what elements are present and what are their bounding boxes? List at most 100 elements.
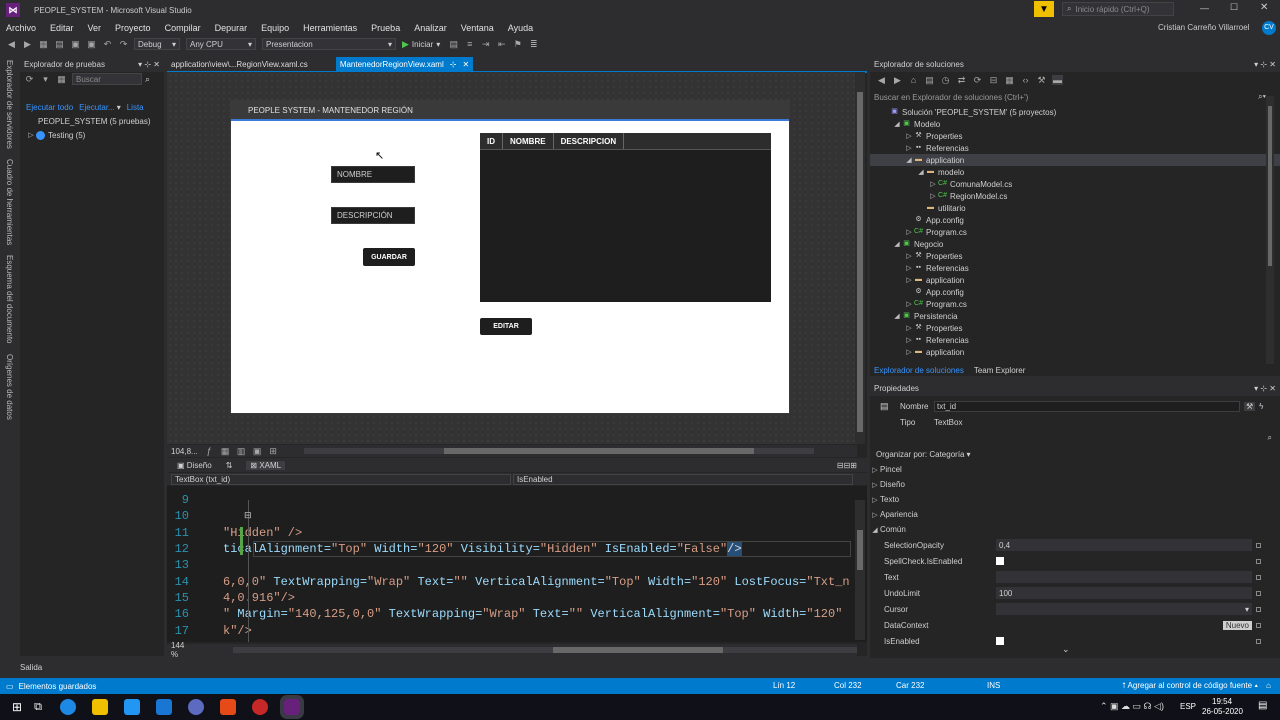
solution-tree-item[interactable]: ▷ ⚒ Properties [870,130,1280,142]
property-marker-icon[interactable] [1256,558,1261,564]
code-line[interactable]: 15 4,0.916"/> [167,590,867,606]
solution-tree-item[interactable]: ◢ ▣ Modelo [870,118,1280,130]
property-marker-icon[interactable] [1256,574,1261,580]
region-datagrid[interactable]: ID NOMBRE DESCRIPCION [480,133,771,302]
designer-hscroll[interactable] [303,448,814,454]
code-line[interactable]: 16 " Margin="140,125,0,0" TextWrapping="W… [167,606,867,622]
panel-controls[interactable]: ▾ ⊹ ✕ [1254,384,1276,393]
feedback-icon[interactable]: ▼ [1034,1,1054,17]
pending-changes-icon[interactable]: ◷ [940,75,951,85]
solution-tree-item[interactable]: ▷ C# ComunaModel.cs [870,178,1280,190]
xaml-code-editor[interactable]: 9 10 11 "Hidden" /> 12 ticalAlignment="Top" W… [167,486,867,642]
wrench-icon[interactable]: ⚒ [1244,401,1256,411]
clock-date[interactable]: 26-05-2020 [1202,707,1243,716]
expand-icon[interactable]: ▷ [904,348,914,356]
hot-reload-icon[interactable]: ▤ [448,39,459,49]
menu-equipo[interactable]: Equipo [261,23,289,33]
server-explorer-tab[interactable]: Explorador de servidores [5,60,14,149]
menu-depurar[interactable]: Depurar [215,23,248,33]
expand-icon[interactable]: ▷ [904,300,914,308]
panel-controls[interactable]: ▾ ⊹ ✕ [1254,60,1276,69]
expand-icon[interactable]: ▷ [928,180,938,188]
visual-studio-icon[interactable] [279,695,304,719]
property-marker-icon[interactable] [1256,542,1261,548]
menu-herramientas[interactable]: Herramientas [303,23,357,33]
formula-icon[interactable]: ƒ [204,446,215,456]
property-value-input[interactable]: 100 [996,587,1252,599]
properties-icon[interactable]: ⚒ [1036,75,1047,85]
comment-icon[interactable]: ≣ [528,39,539,49]
chevron-down-icon[interactable]: ▾ [117,103,121,112]
start-button[interactable]: ▶ Iniciar ▾ [402,39,440,50]
property-marker-icon[interactable] [1256,590,1261,596]
list-link[interactable]: Lista [127,103,144,112]
property-new-button[interactable]: Nuevo [996,619,1252,631]
solution-tree-item[interactable]: ▷ ▬ application [870,274,1280,286]
nombre-textbox[interactable]: NOMBRE [331,166,415,183]
expand-icon[interactable]: ◢ [892,240,902,248]
solution-tree-item[interactable]: ▷ C# RegionModel.cs [870,190,1280,202]
undo-icon[interactable]: ↶ [102,39,113,49]
menu-editar[interactable]: Editar [50,23,74,33]
notifications-icon[interactable]: ⌂ [1266,681,1271,690]
expand-icon[interactable]: ▷ [904,252,914,260]
designer-zoom[interactable]: 104,8... [171,447,198,456]
bookmark-icon[interactable]: ⚑ [512,39,523,49]
column-header-nombre[interactable]: NOMBRE [503,133,554,149]
snap-grid-icon[interactable]: ▥ [236,446,247,456]
arrange-by[interactable]: Organizar por: Categoría ▾ [870,446,1280,462]
tab-mantenedor-region-xaml[interactable]: MantenedorRegionView.xaml ⊹ ✕ [335,57,474,71]
code-nav-left[interactable]: TextBox (txt_id) [171,473,511,485]
clock-time[interactable]: 19:54 [1212,697,1232,706]
property-marker-icon[interactable] [1256,622,1261,628]
property-marker-icon[interactable] [1256,606,1261,612]
close-button[interactable]: ✕ [1260,2,1268,13]
code-line[interactable]: 14 6,0,0" TextWrapping="Wrap" Text="" Ver… [167,573,867,589]
solution-tree-item[interactable]: ◢ ▣ Persistencia [870,310,1280,322]
open-icon[interactable]: ▤ [54,39,65,49]
code-line[interactable]: 10 [167,508,867,524]
solution-tree-item[interactable]: ◢ ▣ Negocio [870,238,1280,250]
expand-icon[interactable]: ▷ [904,132,914,140]
property-category[interactable]: ▷ Diseño [870,477,1280,492]
refresh-icon[interactable]: ⟳ [972,75,983,85]
property-checkbox[interactable] [996,555,1252,567]
menu-prueba[interactable]: Prueba [371,23,400,33]
expand-icon[interactable]: ▷ [26,131,36,139]
solution-tree-item[interactable]: ▣ Solución 'PEOPLE_SYSTEM' (5 proyectos) [870,106,1280,118]
prop-search-row[interactable]: ⌕ [870,430,1280,446]
tab-team-explorer[interactable]: Team Explorer [974,366,1026,375]
category-comun[interactable]: ◢ Común [870,522,1280,537]
output-tab[interactable]: Salida [20,663,42,672]
expand-icon[interactable]: ▷ [904,324,914,332]
property-marker-icon[interactable] [1256,638,1261,644]
config-select[interactable]: Debug ▾ [134,38,180,50]
solution-vscroll[interactable] [1266,96,1274,364]
solution-tree-item[interactable]: ▷ C# Program.cs [870,298,1280,310]
refresh-icon[interactable]: ⟳ [24,74,35,84]
save-icon[interactable]: ▣ [70,39,81,49]
file-explorer-icon[interactable] [91,699,108,715]
expand-icon[interactable]: ▷ [904,228,914,236]
document-outline-tab[interactable]: Esquema del documento [5,255,14,344]
filter-icon[interactable]: ▾ [40,74,51,84]
grid-icon[interactable]: ▦ [220,446,231,456]
redo-icon[interactable]: ↷ [118,39,129,49]
lightning-icon[interactable]: ϟ [1259,402,1263,411]
platform-select[interactable]: Any CPU ▾ [186,38,256,50]
prop-name-input[interactable]: txt_id [934,400,1240,412]
minimize-button[interactable]: — [1200,3,1209,13]
run-all-link[interactable]: Ejecutar todo [26,103,73,112]
code-line[interactable]: 17 k"/> [167,622,867,638]
view-code-icon[interactable]: ‹› [1020,75,1031,85]
menu-ver[interactable]: Ver [88,23,102,33]
solution-tree-item[interactable]: ▷ ⚒ Properties [870,322,1280,334]
language-indicator[interactable]: ESP [1180,702,1196,711]
edge-icon[interactable] [59,699,76,715]
solution-tree-item[interactable]: ▷ ⚒ Properties [870,250,1280,262]
quick-launch-input[interactable]: ⌕ Inicio rápido (Ctrl+Q) [1062,2,1174,16]
tab-design[interactable]: ▣ Diseño [177,461,212,470]
property-value-input[interactable]: 0,4 [996,539,1252,551]
forward-icon[interactable]: ▶ [22,39,33,49]
format-icon[interactable]: ≡ [464,39,475,49]
